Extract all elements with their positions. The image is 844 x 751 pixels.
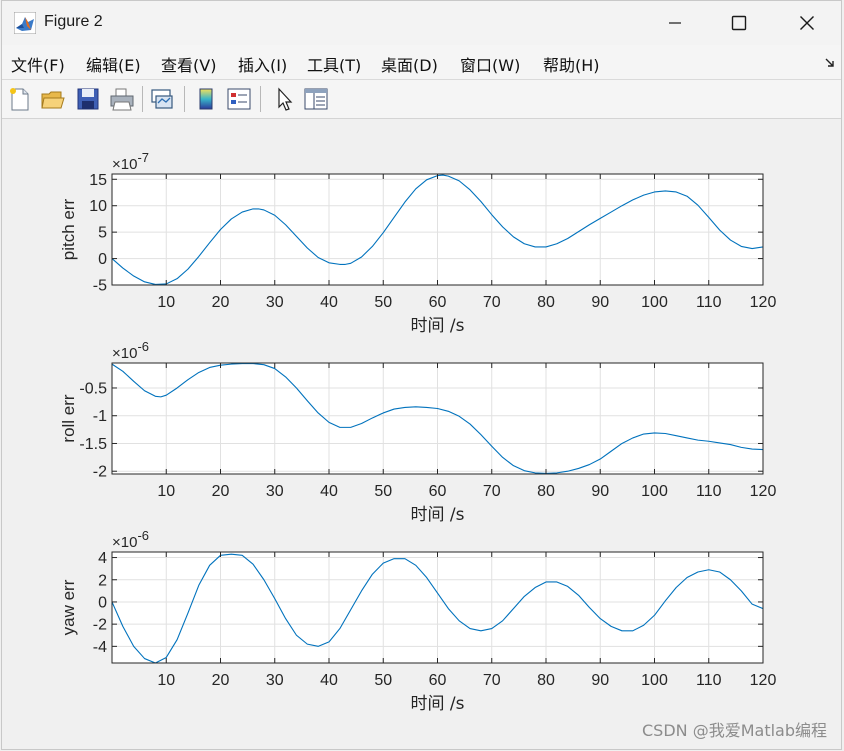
- x-tick-label: 20: [212, 294, 230, 311]
- x-tick-label: 60: [429, 672, 447, 689]
- x-tick-label: 70: [483, 294, 501, 311]
- x-tick-label: 60: [429, 483, 447, 500]
- legend-icon[interactable]: [225, 85, 253, 113]
- x-tick-label: 30: [266, 483, 284, 500]
- x-axis-label: 时间 /s: [411, 316, 465, 336]
- title-bar[interactable]: Figure 2: [2, 1, 841, 45]
- toolbar-separator: [142, 86, 143, 112]
- x-tick-label: 90: [591, 672, 609, 689]
- figure-window: Figure 2 文件(F) 编辑(E) 查看(V) 插入(I) 工具(T) 桌…: [1, 0, 842, 750]
- menu-view[interactable]: 查看(V): [161, 52, 216, 76]
- menu-tools[interactable]: 工具(T): [307, 52, 361, 76]
- y-tick-label: -4: [93, 639, 107, 656]
- toolbar-separator: [260, 86, 261, 112]
- x-tick-label: 10: [157, 294, 175, 311]
- print-icon[interactable]: [108, 85, 136, 113]
- y-tick-label: 2: [98, 572, 107, 589]
- colorbar-icon[interactable]: [192, 85, 220, 113]
- x-tick-label: 120: [750, 294, 777, 311]
- x-tick-label: 30: [266, 672, 284, 689]
- x-tick-label: 70: [483, 483, 501, 500]
- y-tick-label: -1.5: [79, 436, 107, 453]
- x-tick-label: 50: [374, 672, 392, 689]
- y-exponent-label: ×10-7: [112, 150, 149, 173]
- x-tick-label: 80: [537, 483, 555, 500]
- x-tick-label: 90: [591, 483, 609, 500]
- menu-edit[interactable]: 编辑(E): [86, 52, 141, 76]
- x-tick-label: 70: [483, 672, 501, 689]
- maximize-icon: [731, 15, 747, 31]
- subplot-area: 10 20 30 40 50 60 70 80 90 100 110 120-5051015×10-7…: [59, 150, 776, 714]
- maximize-button[interactable]: [709, 1, 769, 45]
- subplot-1: 10 20 30 40 50 60 70 80 90 100 110 120 -5 0 5 10 15 ×10-7…: [59, 150, 776, 336]
- figure-canvas: 10 20 30 40 50 60 70 80 90 100 110 120 -5 0 5 10 15 ×10-7…: [5, 119, 841, 749]
- y-tick-label: -2: [93, 617, 107, 634]
- new-figure-icon[interactable]: [6, 85, 34, 113]
- x-tick-label: 100: [641, 294, 668, 311]
- subplot-3: 10 20 30 40 50 60 70 80 90 100 110 120 -4 -2 0 2 4 ×10-6 时…: [59, 528, 776, 714]
- x-tick-label: 20: [212, 672, 230, 689]
- pointer-icon[interactable]: [270, 85, 298, 113]
- y-tick-label: -0.5: [79, 380, 107, 397]
- menu-desktop[interactable]: 桌面(D): [381, 52, 438, 76]
- window-title: Figure 2: [44, 13, 103, 30]
- y-tick-label: -2: [93, 464, 107, 481]
- toolbar-separator: [184, 86, 185, 112]
- x-tick-label: 20: [212, 483, 230, 500]
- subplot-2: 10 20 30 40 50 60 70 80 90 100 110 120 -2 -1.5 -1 -0.5 ×…: [59, 339, 776, 525]
- x-tick-label: 110: [696, 294, 722, 311]
- dock-arrow-icon[interactable]: [825, 58, 835, 68]
- y-exponent-label: ×10-6: [112, 528, 149, 551]
- y-tick-label: -1: [93, 408, 107, 425]
- property-inspector-icon[interactable]: [302, 85, 330, 113]
- watermark: CSDN @我爱Matlab编程: [642, 721, 827, 740]
- x-tick-label: 110: [696, 483, 722, 500]
- link-plot-icon[interactable]: [148, 85, 176, 113]
- x-tick-label: 60: [429, 294, 447, 311]
- x-tick-label: 50: [374, 294, 392, 311]
- y-tick-label: 15: [89, 172, 107, 189]
- close-icon: [800, 16, 814, 30]
- y-exponent-label: ×10-6: [112, 339, 149, 362]
- x-tick-label: 40: [320, 483, 338, 500]
- x-tick-label: 30: [266, 294, 284, 311]
- y-axis-label: pitch err: [59, 198, 78, 260]
- minimize-icon: [669, 22, 681, 24]
- matlab-logo-icon: [14, 12, 36, 34]
- y-axis-label: roll err: [59, 394, 78, 443]
- x-tick-label: 10: [157, 672, 175, 689]
- x-tick-label: 110: [696, 672, 722, 689]
- x-tick-label: 120: [750, 672, 777, 689]
- minimize-button[interactable]: [645, 1, 705, 45]
- y-tick-label: 10: [89, 198, 107, 215]
- menu-bar: 文件(F) 编辑(E) 查看(V) 插入(I) 工具(T) 桌面(D) 窗口(W…: [2, 45, 841, 80]
- x-axis-label: 时间 /s: [411, 694, 465, 714]
- x-tick-label: 120: [750, 483, 777, 500]
- y-axis-label: yaw err: [59, 579, 78, 635]
- close-button[interactable]: [777, 1, 837, 45]
- menu-window[interactable]: 窗口(W): [460, 52, 520, 76]
- toolbar: [2, 80, 841, 119]
- x-tick-label: 100: [641, 672, 668, 689]
- y-tick-label: 4: [98, 550, 107, 567]
- x-axis-label: 时间 /s: [411, 505, 465, 525]
- x-tick-label: 80: [537, 294, 555, 311]
- y-tick-label: 0: [98, 594, 107, 611]
- x-tick-label: 10: [157, 483, 175, 500]
- x-tick-label: 40: [320, 294, 338, 311]
- y-tick-label: 5: [98, 225, 107, 242]
- open-file-icon[interactable]: [39, 85, 67, 113]
- menu-help[interactable]: 帮助(H): [543, 52, 600, 76]
- x-tick-label: 40: [320, 672, 338, 689]
- x-tick-label: 90: [591, 294, 609, 311]
- save-icon[interactable]: [74, 85, 102, 113]
- y-tick-label: 0: [98, 251, 107, 268]
- x-tick-label: 80: [537, 672, 555, 689]
- x-tick-label: 100: [641, 483, 668, 500]
- menu-file[interactable]: 文件(F): [11, 52, 65, 76]
- y-tick-label: -5: [93, 278, 107, 295]
- x-tick-label: 50: [374, 483, 392, 500]
- menu-insert[interactable]: 插入(I): [238, 52, 287, 76]
